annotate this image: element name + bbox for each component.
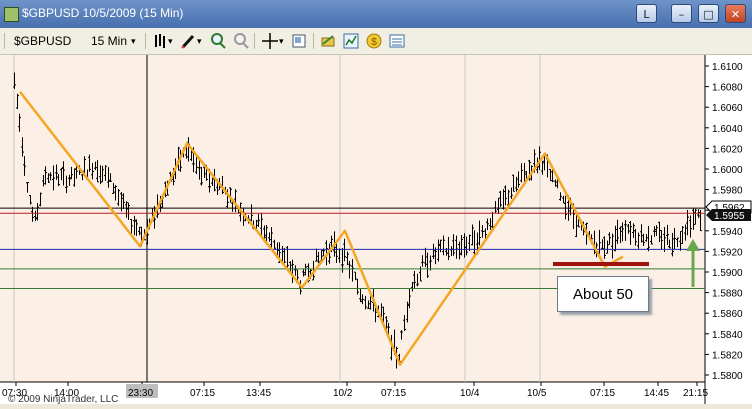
chart-plot-area [0,55,705,382]
price-chart[interactable]: 1.6100 1.6080 1.6060 1.6040 1.6020 1.6000 1.59… [0,55,752,404]
price-tick-label: 1.5900 [712,268,743,279]
draw-tool-chevron-down-icon[interactable]: ▾ [197,32,202,50]
toolbar-separator [145,33,146,49]
currency-icon[interactable]: $ [366,32,382,50]
chevron-down-icon[interactable]: ▾ [131,32,136,50]
price-tick-label: 1.6080 [712,83,743,94]
price-tick-label: 1.5860 [712,309,743,320]
time-tick-label: 07:15 [381,388,406,399]
interval-selector[interactable]: 15 Min [91,32,127,50]
price-tick-label: 1.5820 [712,350,743,361]
toolbar-separator [313,33,314,49]
data-box-icon[interactable] [389,32,405,50]
price-tick-label: 1.6000 [712,165,743,176]
bar-style-icon[interactable] [152,32,168,50]
time-tick-label: 21:15 [683,388,708,399]
price-tick-label: 1.5940 [712,227,743,238]
chart-panel[interactable]: 1.6100 1.6080 1.6060 1.6040 1.6020 1.6000 1.59… [0,55,752,405]
crosshair-icon[interactable] [261,32,279,50]
chart-toolbar: $GBPUSD 15 Min ▾ ▾ ▾ ▾ $ [0,28,752,55]
copyright-text: © 2009 NinjaTrader, LLC [8,394,119,405]
draw-tool-pencil-icon[interactable] [180,32,196,50]
price-tick-label: 1.6020 [712,144,743,155]
support-line [553,262,649,266]
bar-style-chevron-down-icon[interactable]: ▾ [168,32,173,50]
properties-window-icon[interactable] [291,32,307,50]
time-tick-label: 13:45 [246,388,271,399]
price-tick-label: 1.5880 [712,289,743,300]
price-tick-label: 1.6060 [712,103,743,114]
time-tick-label: 07:15 [190,388,215,399]
last-price-tag: 1.5955 [706,209,751,222]
time-tick-label: 10/4 [460,388,480,399]
price-tick-label: 1.5980 [712,186,743,197]
strategy-icon[interactable] [320,32,336,50]
toolbar-separator [254,33,255,49]
zoom-in-icon[interactable] [210,32,226,50]
window-title-bar: $GBPUSD 10/5/2009 (15 Min) L – □ ✕ [0,0,752,28]
minimize-button[interactable]: – [671,4,692,23]
time-tick-label: 10/5 [527,388,547,399]
last-price-label: 1.5955 [714,211,745,222]
price-tick-label: 1.5800 [712,371,743,382]
annotation-callout: About 50 [557,276,649,312]
crosshair-chevron-down-icon[interactable]: ▾ [279,32,284,50]
app-icon [4,7,19,22]
svg-text:$: $ [371,37,377,48]
time-tick-label: 23:30 [128,388,153,399]
price-tick-label: 1.5920 [712,247,743,258]
time-tick-label: 10/2 [333,388,353,399]
instrument-selector[interactable]: $GBPUSD [14,32,71,50]
window-title: $GBPUSD 10/5/2009 (15 Min) [22,6,184,20]
indicators-chart-icon[interactable] [343,32,359,50]
link-button[interactable]: L [636,4,657,23]
close-button[interactable]: ✕ [725,4,746,23]
toolbar-grip [4,33,5,49]
price-tick-label: 1.6100 [712,62,743,73]
zoom-out-icon[interactable] [233,32,249,50]
maximize-button[interactable]: □ [698,4,719,23]
time-tick-label: 14:45 [644,388,669,399]
price-tick-label: 1.5840 [712,330,743,341]
time-tick-label: 07:15 [590,388,615,399]
price-tick-label: 1.6040 [712,124,743,135]
